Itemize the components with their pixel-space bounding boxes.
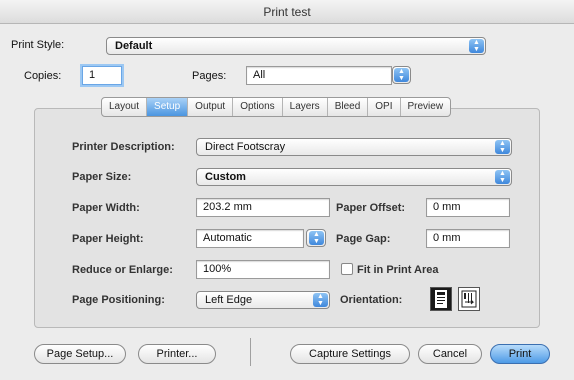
copies-value: 1 [89, 69, 96, 81]
popup-arrows-icon: ▲ ▼ [313, 293, 328, 307]
print-style-popup[interactable]: Default ▲ ▼ [106, 37, 486, 55]
tab-bar: Layout Setup Output Options Layers Bleed… [101, 97, 452, 117]
tab-layers[interactable]: Layers [283, 98, 328, 116]
print-button[interactable]: Print [490, 344, 550, 364]
page-positioning-popup[interactable]: Left Edge ▲ ▼ [196, 291, 330, 309]
print-style-value: Default [115, 40, 153, 52]
printer-description-popup[interactable]: Direct Footscray ▲ ▼ [196, 138, 512, 156]
pages-field[interactable]: All [246, 66, 392, 85]
page-positioning-label: Page Positioning: [72, 294, 165, 306]
tab-bleed[interactable]: Bleed [328, 98, 369, 116]
paper-size-popup[interactable]: Custom ▲ ▼ [196, 168, 512, 186]
portrait-page-icon [435, 290, 447, 308]
page-positioning-value: Left Edge [205, 294, 253, 306]
tab-output[interactable]: Output [188, 98, 234, 116]
print-style-label: Print Style: [11, 39, 65, 51]
paper-height-field[interactable]: Automatic [196, 229, 304, 248]
reduce-enlarge-label: Reduce or Enlarge: [72, 264, 173, 276]
paper-height-label: Paper Height: [72, 233, 144, 245]
paper-width-value: 203.2 mm [203, 201, 252, 213]
button-separator [250, 338, 251, 366]
paper-height-popup-button[interactable]: ▲ ▼ [306, 229, 326, 247]
printer-button[interactable]: Printer... [138, 344, 216, 364]
popup-arrows-icon: ▲ ▼ [394, 68, 409, 82]
reduce-enlarge-field[interactable]: 100% [196, 260, 330, 279]
orientation-portrait-button[interactable] [430, 287, 452, 311]
paper-size-label: Paper Size: [72, 171, 132, 183]
printer-description-label: Printer Description: [72, 141, 175, 153]
tab-options[interactable]: Options [233, 98, 283, 116]
orientation-label: Orientation: [340, 294, 403, 306]
page-gap-field[interactable]: 0 mm [426, 229, 510, 248]
fit-in-print-area-checkbox[interactable] [341, 263, 353, 275]
popup-arrows-icon: ▲ ▼ [495, 140, 510, 154]
tab-layout[interactable]: Layout [102, 98, 148, 116]
paper-offset-label: Paper Offset: [336, 202, 406, 214]
fit-in-print-area-label: Fit in Print Area [357, 264, 439, 276]
popup-arrows-icon: ▲ ▼ [309, 231, 324, 245]
window-title: Print test [0, 0, 574, 24]
page-setup-button[interactable]: Page Setup... [34, 344, 126, 364]
paper-offset-value: 0 mm [433, 201, 461, 213]
cancel-button[interactable]: Cancel [418, 344, 482, 364]
pages-popup-button[interactable]: ▲ ▼ [392, 66, 411, 84]
tab-preview[interactable]: Preview [401, 98, 451, 116]
paper-width-field[interactable]: 203.2 mm [196, 198, 330, 217]
reduce-enlarge-value: 100% [203, 263, 232, 275]
tab-setup[interactable]: Setup [147, 98, 189, 116]
paper-size-value: Custom [205, 171, 246, 183]
page-gap-value: 0 mm [433, 232, 461, 244]
popup-arrows-icon: ▲ ▼ [469, 39, 484, 53]
page-gap-label: Page Gap: [336, 233, 391, 245]
paper-width-label: Paper Width: [72, 202, 140, 214]
orientation-landscape-button[interactable] [458, 287, 480, 311]
print-dialog: Print test Print Style: Default ▲ ▼ Copie… [0, 0, 574, 380]
pages-label: Pages: [192, 70, 227, 82]
copies-label: Copies: [24, 70, 62, 82]
paper-height-value: Automatic [203, 232, 252, 244]
printer-description-value: Direct Footscray [205, 141, 286, 153]
capture-settings-button[interactable]: Capture Settings [290, 344, 410, 364]
pages-value: All [253, 69, 266, 81]
copies-field[interactable]: 1 [82, 66, 122, 85]
popup-arrows-icon: ▲ ▼ [495, 170, 510, 184]
tab-opi[interactable]: OPI [368, 98, 401, 116]
paper-offset-field[interactable]: 0 mm [426, 198, 510, 217]
landscape-page-icon [461, 290, 477, 308]
